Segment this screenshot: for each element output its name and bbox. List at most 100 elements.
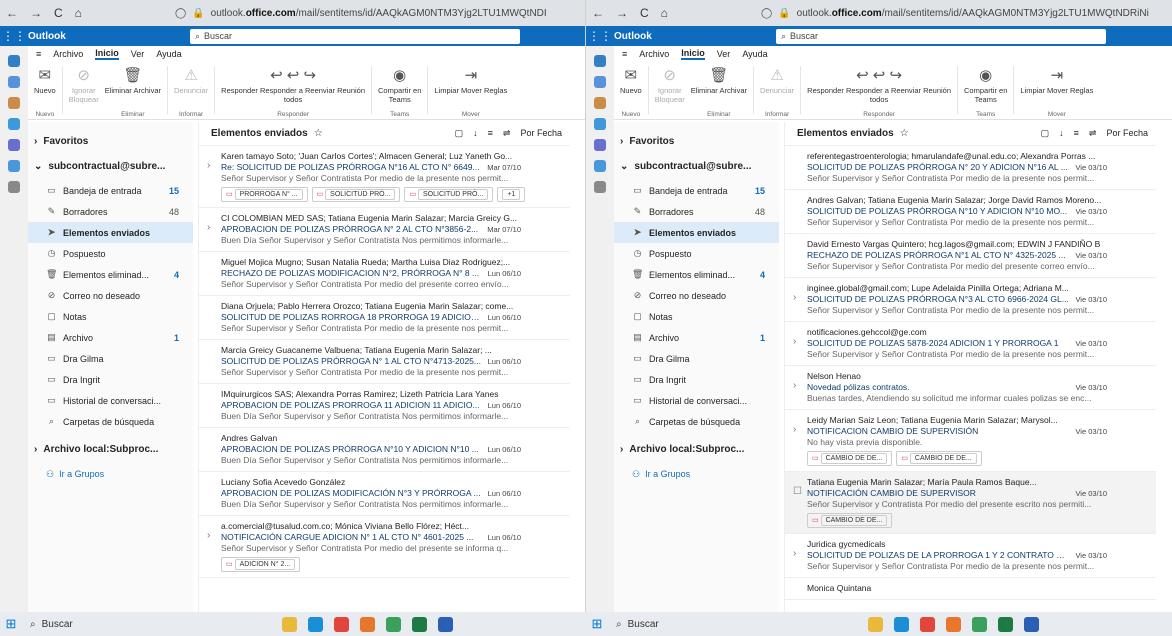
ignore-button[interactable]: ⊘ Ignorar Bloquear: [655, 66, 685, 118]
message-item[interactable]: Marcia Greicy Guacaneme Valbuena; Tatian…: [199, 340, 570, 384]
word-icon[interactable]: [1024, 616, 1039, 632]
mail-icon[interactable]: [594, 55, 606, 67]
word-icon[interactable]: [438, 616, 453, 632]
apps-icon[interactable]: [594, 181, 606, 193]
attachment-chip[interactable]: ▭ PRORROGA N° ...: [221, 187, 308, 202]
message-item[interactable]: IMquirurgicos SAS; Alexandra Porras Rami…: [199, 384, 570, 428]
people-icon[interactable]: [594, 97, 606, 109]
taskbar-app-icon[interactable]: [386, 616, 401, 632]
tab-ver[interactable]: Ver: [131, 49, 145, 59]
filter-icon[interactable]: ≡: [488, 128, 493, 139]
menu-icon[interactable]: ≡: [622, 49, 627, 59]
favorites-header[interactable]: › Favoritos: [614, 130, 779, 153]
chevron-right-icon[interactable]: ›: [207, 160, 210, 171]
message-item[interactable]: Monica Quintana: [785, 578, 1156, 600]
tab-ayuda[interactable]: Ayuda: [742, 49, 767, 59]
teams-icon[interactable]: [8, 139, 20, 151]
local-archive-header[interactable]: › Archivo local:Subproc...: [614, 438, 779, 461]
message-item[interactable]: › Nelson Henao Novedad pólizas contratos. V…: [785, 366, 1156, 410]
folder-item[interactable]: ▭ Historial de conversaci...: [614, 390, 779, 411]
folder-item[interactable]: ▢ Notas: [28, 306, 193, 327]
folder-item[interactable]: ▭ Historial de conversaci...: [28, 390, 193, 411]
tab-ver[interactable]: Ver: [717, 49, 731, 59]
teams-button[interactable]: ◉ Compartir en Teams Teams: [964, 66, 1007, 118]
message-item[interactable]: Diana Orjuela; Pablo Herrera Orozco; Tat…: [199, 296, 570, 340]
firefox-icon[interactable]: [946, 616, 961, 632]
edge-icon[interactable]: [894, 616, 909, 632]
windows-start-icon[interactable]: ⊞: [586, 616, 608, 632]
groups-link[interactable]: ⚇ Ir a Grupos: [28, 469, 193, 480]
chrome-icon[interactable]: [334, 616, 349, 632]
tab-ayuda[interactable]: Ayuda: [156, 49, 181, 59]
view-icon[interactable]: ⇌: [1089, 128, 1097, 139]
tab-archivo[interactable]: Archivo: [53, 49, 83, 59]
account-header[interactable]: ⌄ subcontractual@subre...: [614, 155, 779, 178]
taskbar-app-icon[interactable]: [972, 616, 987, 632]
file-explorer-icon[interactable]: [282, 616, 297, 632]
select-icon[interactable]: ▢: [1041, 128, 1050, 139]
view-icon[interactable]: ⇌: [503, 128, 511, 139]
checkbox[interactable]: ☐: [793, 486, 802, 497]
star-icon[interactable]: ☆: [900, 128, 909, 139]
ignore-button[interactable]: ⊘ Ignorar Bloquear: [69, 66, 99, 118]
todo-icon[interactable]: [594, 118, 606, 130]
taskbar-search[interactable]: ⌕ Buscar: [22, 619, 222, 630]
report-button[interactable]: ⚠ Denunciar Informar: [760, 66, 794, 118]
message-item[interactable]: Andres Galvan; Tatiana Eugenia Marin Sal…: [785, 190, 1156, 234]
star-icon[interactable]: ☆: [314, 128, 323, 139]
onedrive-icon[interactable]: [594, 160, 606, 172]
folder-item[interactable]: ▭ Dra Gilma: [614, 348, 779, 369]
sort-direction-icon[interactable]: ↓: [473, 128, 478, 139]
address-bar[interactable]: ◯ 🔒 outlook.office.com/mail/sentitems/id/A…: [175, 8, 579, 19]
message-item[interactable]: › CI COLOMBIAN MED SAS; Tatiana Eugenia M…: [199, 208, 570, 252]
forward-icon[interactable]: →: [30, 6, 42, 20]
folder-item[interactable]: ➤ Elementos enviados: [28, 222, 193, 243]
onedrive-icon[interactable]: [8, 160, 20, 172]
apps-icon[interactable]: [8, 181, 20, 193]
home-icon[interactable]: ⌂: [661, 6, 668, 20]
chevron-right-icon[interactable]: ›: [793, 424, 796, 435]
firefox-icon[interactable]: [360, 616, 375, 632]
calendar-icon[interactable]: [8, 76, 20, 88]
message-item[interactable]: › a.comercial@tusalud.com.co; Mónica Vivi…: [199, 516, 570, 578]
back-icon[interactable]: ←: [592, 6, 604, 20]
message-item[interactable]: › inginee.global@gmail.com; Lupe Adelaida…: [785, 278, 1156, 322]
delete-button[interactable]: 🗑 Eliminar Archivar Eliminar: [105, 66, 161, 118]
chevron-right-icon[interactable]: ›: [793, 336, 796, 347]
todo-icon[interactable]: [8, 118, 20, 130]
attachment-chip[interactable]: ▭ CAMBIO DE DE...: [896, 451, 982, 466]
folder-item[interactable]: 🗑 Elementos eliminad... 4: [614, 264, 779, 285]
message-item[interactable]: referentegastroenterologia; hmarulandafe…: [785, 146, 1156, 190]
folder-item[interactable]: ▭ Bandeja de entrada 15: [614, 180, 779, 201]
tab-archivo[interactable]: Archivo: [639, 49, 669, 59]
chevron-right-icon[interactable]: ›: [793, 292, 796, 303]
folder-item[interactable]: ✎ Borradores 48: [614, 201, 779, 222]
move-button[interactable]: ⇥ Limpiar Mover Reglas Mover: [1020, 66, 1093, 118]
filter-icon[interactable]: ≡: [1074, 128, 1079, 139]
folder-item[interactable]: ⌕ Carpetas de búsqueda: [614, 411, 779, 432]
menu-icon[interactable]: ≡: [36, 49, 41, 59]
file-explorer-icon[interactable]: [868, 616, 883, 632]
folder-item[interactable]: ▤ Archivo 1: [614, 327, 779, 348]
tab-inicio[interactable]: Inicio: [95, 48, 119, 60]
folder-item[interactable]: ▭ Dra Ingrit: [28, 369, 193, 390]
local-archive-header[interactable]: › Archivo local:Subproc...: [28, 438, 193, 461]
sort-label[interactable]: Por Fecha: [1106, 128, 1148, 139]
message-item[interactable]: ☐ Tatiana Eugenia Marin Salazar; María Pa…: [785, 472, 1156, 534]
search-input[interactable]: ⌕ Buscar: [190, 28, 520, 44]
chevron-right-icon[interactable]: ›: [207, 222, 210, 233]
calendar-icon[interactable]: [594, 76, 606, 88]
chevron-right-icon[interactable]: ›: [793, 380, 796, 391]
reload-icon[interactable]: C: [640, 6, 649, 20]
tab-inicio[interactable]: Inicio: [681, 48, 705, 60]
taskbar-search[interactable]: ⌕ Buscar: [608, 619, 808, 630]
app-launcher-icon[interactable]: ⋮⋮: [0, 29, 28, 43]
home-icon[interactable]: ⌂: [75, 6, 82, 20]
attachment-chip[interactable]: ▭ SOLICITUD PRÓ...: [311, 187, 401, 202]
chrome-icon[interactable]: [920, 616, 935, 632]
chevron-right-icon[interactable]: ›: [207, 530, 210, 541]
address-bar[interactable]: ◯ 🔒 outlook.office.com/mail/sentitems/id/A…: [761, 8, 1166, 19]
report-button[interactable]: ⚠ Denunciar Informar: [174, 66, 208, 118]
edge-icon[interactable]: [308, 616, 323, 632]
new-mail-button[interactable]: ✉ Nuevo Nuevo: [34, 66, 56, 118]
